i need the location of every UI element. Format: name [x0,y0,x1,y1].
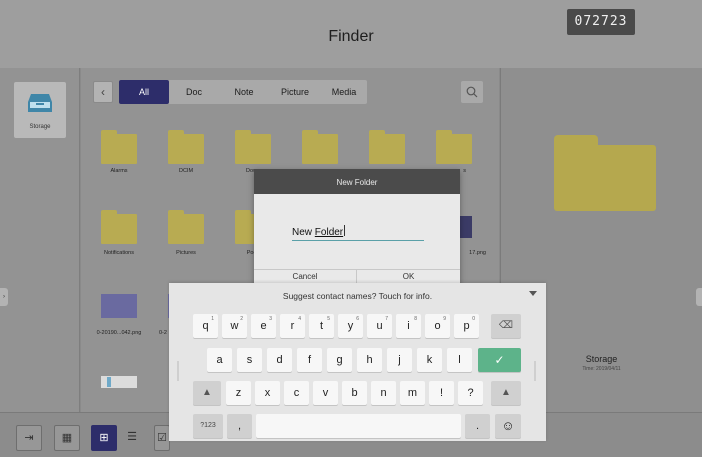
text-caret [344,225,346,236]
folder-icon[interactable] [101,130,137,164]
backspace-icon: ⌫ [498,320,514,331]
tab-doc[interactable]: Doc [169,80,219,104]
folder-name-text: New [292,227,315,238]
folder-icon[interactable] [436,130,472,164]
keyboard-rail-left [177,361,179,381]
on-screen-keyboard: Suggest contact names? Touch for info. q… [169,283,546,441]
backspace-key[interactable]: ⌫ [491,314,521,338]
grid-small-icon: ▦ [61,432,73,444]
list-view-button[interactable]: ☰ [119,425,145,451]
space-key[interactable] [256,414,461,438]
multi-select-button[interactable]: ☑ [154,425,170,451]
folder-icon[interactable] [235,130,271,164]
new-folder-dialog: New Folder New Folder Cancel OK [254,169,460,286]
folder-name-composing: Folder [314,227,344,238]
search-icon [466,86,478,98]
key-w[interactable]: w2 [222,314,247,338]
key-h[interactable]: h [357,348,382,372]
keyboard-rail-right [534,361,536,381]
key-l[interactable]: l [447,348,472,372]
shift-icon: ▲ [202,387,212,398]
symbols-key[interactable]: ?123 [193,414,223,438]
dialog-title: New Folder [254,169,460,194]
right-drawer-handle[interactable] [696,288,702,306]
folder-icon[interactable] [168,210,204,244]
enter-key[interactable]: ✓ [478,348,521,372]
folder-name-input[interactable]: New Folder [292,225,424,241]
key-u[interactable]: u7 [367,314,392,338]
file-label: Alarms [110,168,128,174]
key-n[interactable]: n [371,381,396,405]
key-s[interactable]: s [237,348,262,372]
key-d[interactable]: d [267,348,292,372]
tab-all[interactable]: All [119,80,169,104]
key-x[interactable]: x [255,381,280,405]
folder-icon[interactable] [302,130,338,164]
list-icon: ☰ [127,431,137,443]
key-c[interactable]: c [284,381,309,405]
period-key[interactable]: . [465,414,490,438]
shift-icon: ▲ [501,387,511,398]
key-question[interactable]: ? [458,381,483,405]
folder-icon [554,135,656,211]
tab-picture[interactable]: Picture [269,80,321,104]
key-i[interactable]: i8 [396,314,421,338]
key-o[interactable]: o9 [425,314,450,338]
emoji-icon: ☺ [501,418,515,433]
sidebar-item-storage[interactable]: Storage [14,82,66,138]
shift-key-right[interactable]: ▲ [491,381,521,405]
checkbox-icon: ☑ [157,432,167,444]
sidebar-item-label: Storage [29,124,51,130]
key-k[interactable]: k [417,348,442,372]
file-label: Notifications [104,250,134,256]
sidebar: Storage [0,68,80,412]
chevron-down-icon[interactable] [529,291,537,296]
chevron-left-icon: ‹ [101,85,105,99]
file-label: Pictures [176,250,196,256]
image-thumbnail[interactable] [101,294,137,318]
grid-icon: ⊞ [99,432,109,444]
key-g[interactable]: g [327,348,352,372]
left-drawer-handle[interactable]: › [0,288,8,306]
image-thumbnail-detail [107,377,111,387]
tab-note[interactable]: Note [219,80,269,104]
key-b[interactable]: b [342,381,367,405]
select-button[interactable]: ▦ [54,425,80,451]
storage-tray-icon [28,94,52,112]
grid-view-button[interactable]: ⊞ [91,425,117,451]
back-button[interactable]: ‹ [93,81,113,103]
file-label: DCIM [178,168,194,174]
key-j[interactable]: j [387,348,412,372]
file-label: 0-20190...042.png [96,330,142,336]
key-v[interactable]: v [313,381,338,405]
tab-media[interactable]: Media [321,80,367,104]
key-z[interactable]: z [226,381,251,405]
key-q[interactable]: q1 [193,314,218,338]
key-r[interactable]: r4 [280,314,305,338]
exit-button[interactable]: ⇥ [16,425,42,451]
key-m[interactable]: m [400,381,425,405]
key-y[interactable]: y6 [338,314,363,338]
key-a[interactable]: a [207,348,232,372]
key-e[interactable]: e3 [251,314,276,338]
key-t[interactable]: t5 [309,314,334,338]
key-p[interactable]: p0 [454,314,479,338]
exit-icon: ⇥ [24,432,34,444]
filter-tabs: All Doc Note Picture Media [119,80,367,104]
suggestion-strip[interactable]: Suggest contact names? Touch for info. [169,291,546,301]
folder-icon[interactable] [101,210,137,244]
comma-key[interactable]: , [227,414,252,438]
file-label: 0-2 [159,330,167,336]
shift-key-left[interactable]: ▲ [193,381,221,405]
emoji-key[interactable]: ☺ [495,414,521,438]
app-header: Finder 072723 [0,0,702,68]
check-icon: ✓ [494,353,505,367]
key-exclamation[interactable]: ! [429,381,454,405]
folder-icon[interactable] [369,130,405,164]
folder-icon[interactable] [168,130,204,164]
code-badge: 072723 [567,9,635,35]
search-button[interactable] [461,81,483,103]
key-f[interactable]: f [297,348,322,372]
